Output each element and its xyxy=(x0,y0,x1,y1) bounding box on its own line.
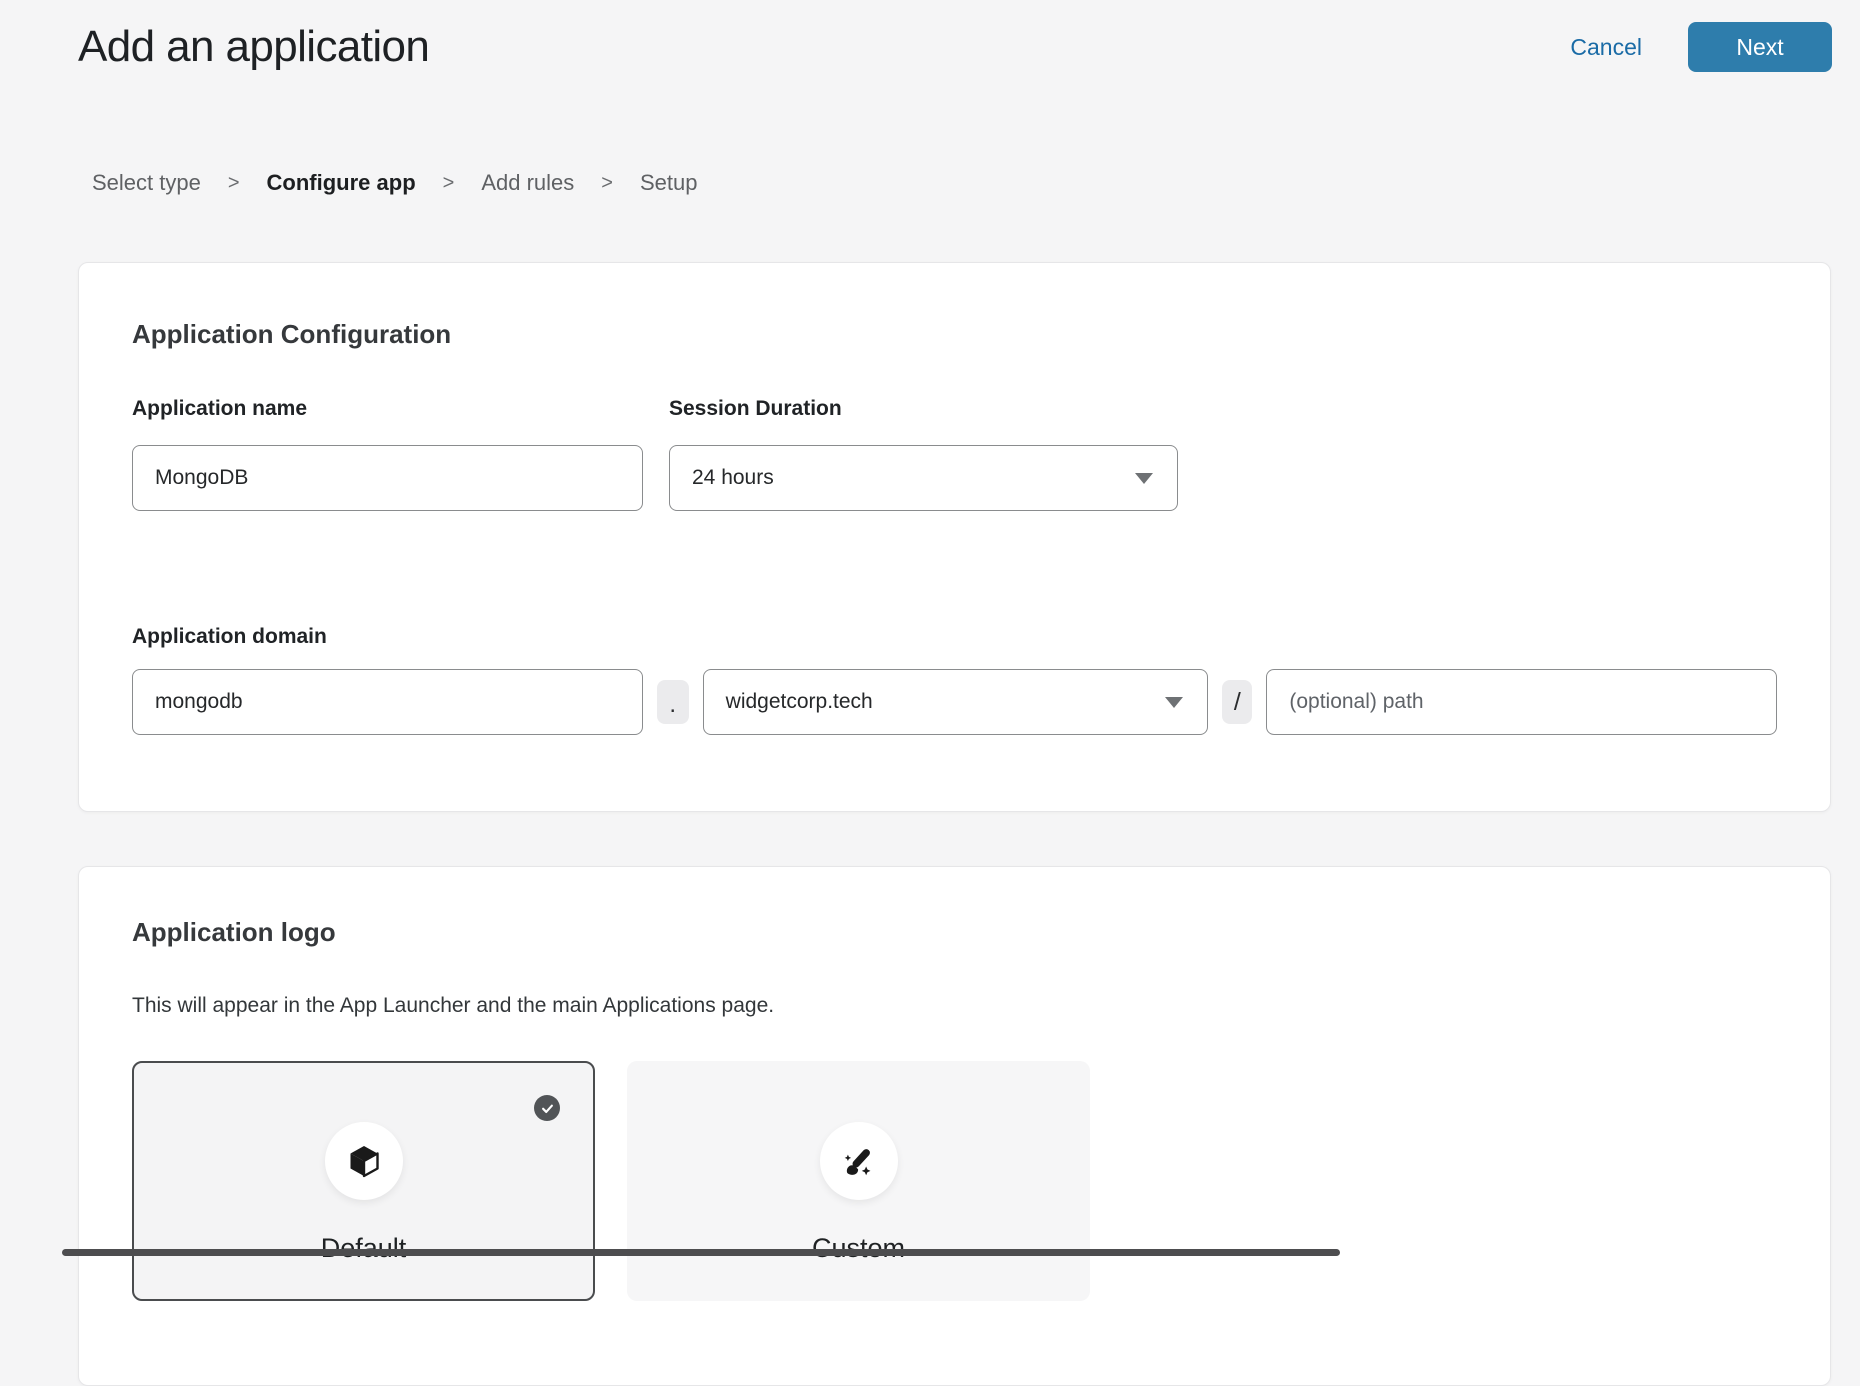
breadcrumb-separator-icon: > xyxy=(601,172,613,195)
logo-icon-circle xyxy=(820,1122,898,1200)
logo-card-description: This will appear in the App Launcher and… xyxy=(132,994,1777,1018)
breadcrumb-step-setup[interactable]: Setup xyxy=(640,170,698,196)
application-domain-row: . widgetcorp.tech / xyxy=(132,669,1777,735)
subdomain-input[interactable] xyxy=(132,669,643,735)
top-actions: Cancel Next xyxy=(1570,22,1832,72)
cube-icon xyxy=(346,1143,382,1179)
paintbrush-icon xyxy=(840,1142,878,1180)
application-logo-card: Application logo This will appear in the… xyxy=(78,866,1831,1386)
horizontal-scrollbar[interactable] xyxy=(62,1249,1340,1256)
application-domain-label: Application domain xyxy=(132,625,1777,649)
breadcrumb-step-select-type[interactable]: Select type xyxy=(92,170,201,196)
name-session-row: Application name Session Duration 24 hou… xyxy=(132,397,1777,511)
breadcrumb: Select type > Configure app > Add rules … xyxy=(92,170,697,196)
logo-icon-circle xyxy=(325,1122,403,1200)
selected-check-badge xyxy=(534,1095,560,1121)
top-bar: Add an application Cancel Next xyxy=(78,20,1832,74)
session-duration-label: Session Duration xyxy=(669,397,1178,421)
application-name-label: Application name xyxy=(132,397,643,421)
breadcrumb-separator-icon: > xyxy=(228,172,240,195)
domain-select[interactable]: widgetcorp.tech xyxy=(703,669,1209,735)
application-name-input[interactable] xyxy=(132,445,643,511)
path-input[interactable] xyxy=(1266,669,1777,735)
slash-separator: / xyxy=(1222,680,1252,724)
logo-option-custom[interactable]: Custom xyxy=(627,1061,1090,1301)
session-duration-value: 24 hours xyxy=(692,466,774,490)
breadcrumb-step-configure-app[interactable]: Configure app xyxy=(267,170,416,196)
application-configuration-card: Application Configuration Application na… xyxy=(78,262,1831,812)
application-name-field-group: Application name xyxy=(132,397,643,511)
breadcrumb-separator-icon: > xyxy=(443,172,455,195)
breadcrumb-step-add-rules[interactable]: Add rules xyxy=(481,170,574,196)
logo-option-default[interactable]: Default xyxy=(132,1061,595,1301)
domain-select-value: widgetcorp.tech xyxy=(726,690,873,714)
cancel-button[interactable]: Cancel xyxy=(1570,34,1642,61)
session-duration-field-group: Session Duration 24 hours xyxy=(669,397,1178,511)
chevron-down-icon xyxy=(1135,473,1153,484)
chevron-down-icon xyxy=(1165,697,1183,708)
configuration-card-title: Application Configuration xyxy=(132,319,1777,350)
logo-card-title: Application logo xyxy=(132,917,1777,948)
next-button[interactable]: Next xyxy=(1688,22,1832,72)
dot-separator: . xyxy=(657,680,689,724)
logo-option-tiles: Default Custom xyxy=(132,1061,1777,1301)
check-icon xyxy=(540,1101,555,1116)
session-duration-select[interactable]: 24 hours xyxy=(669,445,1178,511)
page-title: Add an application xyxy=(78,22,429,72)
